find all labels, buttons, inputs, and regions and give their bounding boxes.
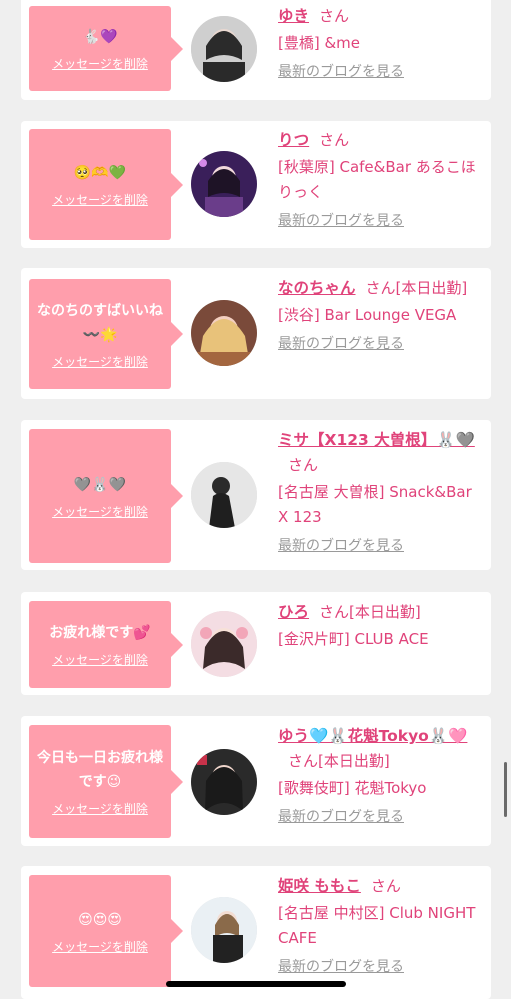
message-bubble: 🐇💜 メッセージを削除	[29, 6, 183, 91]
message-card: 🥺🫶💚 メッセージを削除 りつ さん [秋葉原] Cafe&Bar あるこほりっく…	[21, 121, 491, 248]
cast-name-link[interactable]: ひろ	[278, 603, 309, 621]
card-info: ゆき さん [豊橋] &me 最新のブログを見る	[278, 4, 478, 85]
avatar[interactable]	[191, 462, 257, 528]
shop-name: [歌舞伎町] 花魁Tokyo	[278, 779, 427, 797]
shop-name: [渋谷] Bar Lounge VEGA	[278, 306, 457, 324]
honorific: さん	[319, 7, 350, 25]
honorific: さん	[370, 877, 401, 895]
honorific: さん	[365, 279, 396, 297]
message-text: お疲れ様です💕	[49, 625, 151, 641]
card-info: ゆう🩵🐰花魁Tokyo🐰🩷 さん[本日出勤] [歌舞伎町] 花魁Tokyo 最新の…	[278, 724, 478, 830]
cast-name-link[interactable]: りつ	[278, 131, 309, 149]
cast-name-link[interactable]: 姫咲 ももこ	[278, 877, 361, 895]
shop-name: [名古屋 中村区] Club NIGHT CAFE	[278, 904, 476, 947]
latest-blog-link[interactable]: 最新のブログを見る	[278, 60, 478, 85]
scrollbar[interactable]	[504, 762, 507, 817]
shop-name: [秋葉原] Cafe&Bar あるこほりっく	[278, 158, 476, 201]
message-text: 🐇💜	[82, 29, 118, 45]
latest-blog-link[interactable]: 最新のブログを見る	[278, 805, 478, 830]
message-text: 🥺🫶💚	[73, 165, 127, 181]
delete-message-link[interactable]: メッセージを削除	[52, 503, 148, 520]
delete-message-link[interactable]: メッセージを削除	[52, 800, 148, 817]
card-info: りつ さん [秋葉原] Cafe&Bar あるこほりっく 最新のブログを見る	[278, 128, 478, 234]
message-bubble: お疲れ様です💕 メッセージを削除	[29, 601, 183, 688]
honorific: さん	[319, 131, 350, 149]
latest-blog-link[interactable]: 最新のブログを見る	[278, 209, 478, 234]
delete-message-link[interactable]: メッセージを削除	[52, 55, 148, 72]
shop-name: [豊橋] &me	[278, 34, 361, 52]
cast-name-link[interactable]: ミサ【X123 大曽根】🐰🩶	[278, 431, 475, 449]
message-feed: 🐇💜 メッセージを削除 ゆき さん [豊橋] &me 最新のブログを見る 🥺🫶💚 …	[0, 0, 511, 999]
delete-message-link[interactable]: メッセージを削除	[52, 353, 148, 370]
avatar[interactable]	[191, 749, 257, 815]
avatar[interactable]	[191, 897, 257, 963]
home-indicator	[166, 981, 346, 987]
message-bubble: 🥺🫶💚 メッセージを削除	[29, 129, 183, 240]
cast-name-link[interactable]: ゆき	[278, 7, 309, 25]
delete-message-link[interactable]: メッセージを削除	[52, 938, 148, 955]
message-card: 🐇💜 メッセージを削除 ゆき さん [豊橋] &me 最新のブログを見る	[21, 0, 491, 100]
honorific: さん	[288, 456, 319, 474]
shop-name: [名古屋 大曽根] Snack&Bar X 123	[278, 483, 472, 526]
message-card: なのちのすばいいね〰️🌟 メッセージを削除 なのちゃん さん[本日出勤] [渋谷]…	[21, 268, 491, 399]
message-bubble: 😍😍😍 メッセージを削除	[29, 875, 183, 987]
message-card: 😍😍😍 メッセージを削除 姫咲 ももこ さん [名古屋 中村区] Club NIG…	[21, 866, 491, 999]
shop-name: [金沢片町] CLUB ACE	[278, 630, 429, 648]
work-status: [本日出勤]	[349, 603, 421, 621]
honorific: さん	[288, 752, 319, 770]
honorific: さん	[319, 603, 350, 621]
cast-name-link[interactable]: なのちゃん	[278, 279, 356, 297]
avatar[interactable]	[191, 16, 257, 82]
card-info: ひろ さん[本日出勤] [金沢片町] CLUB ACE	[278, 600, 478, 652]
message-text: 🩶🐰🩶	[73, 476, 127, 493]
card-info: 姫咲 ももこ さん [名古屋 中村区] Club NIGHT CAFE 最新のブロ…	[278, 874, 478, 980]
message-text: 今日も一日お疲れ様です😉	[37, 750, 163, 790]
work-status: [本日出勤]	[318, 752, 390, 770]
message-card: お疲れ様です💕 メッセージを削除 ひろ さん[本日出勤] [金沢片町] CLUB …	[21, 592, 491, 695]
card-info: ミサ【X123 大曽根】🐰🩶 さん [名古屋 大曽根] Snack&Bar X 1…	[278, 428, 478, 559]
delete-message-link[interactable]: メッセージを削除	[52, 651, 148, 668]
card-info: なのちゃん さん[本日出勤] [渋谷] Bar Lounge VEGA 最新のブロ…	[278, 276, 478, 357]
latest-blog-link[interactable]: 最新のブログを見る	[278, 955, 478, 980]
message-text: なのちのすばいいね〰️🌟	[37, 302, 163, 343]
delete-message-link[interactable]: メッセージを削除	[52, 191, 148, 208]
avatar[interactable]	[191, 151, 257, 217]
cast-name-link[interactable]: ゆう🩵🐰花魁Tokyo🐰🩷	[278, 727, 467, 745]
message-text: 😍😍😍	[78, 911, 122, 928]
avatar[interactable]	[191, 611, 257, 677]
message-card: 今日も一日お疲れ様です😉 メッセージを削除 ゆう🩵🐰花魁Tokyo🐰🩷 さん[本日…	[21, 716, 491, 846]
latest-blog-link[interactable]: 最新のブログを見る	[278, 332, 478, 357]
message-bubble: なのちのすばいいね〰️🌟 メッセージを削除	[29, 279, 183, 389]
message-bubble: 🩶🐰🩶 メッセージを削除	[29, 429, 183, 563]
message-bubble: 今日も一日お疲れ様です😉 メッセージを削除	[29, 725, 183, 838]
message-card: 🩶🐰🩶 メッセージを削除 ミサ【X123 大曽根】🐰🩶 さん [名古屋 大曽根] …	[21, 420, 491, 570]
latest-blog-link[interactable]: 最新のブログを見る	[278, 534, 478, 559]
avatar[interactable]	[191, 300, 257, 366]
work-status: [本日出勤]	[395, 279, 468, 297]
